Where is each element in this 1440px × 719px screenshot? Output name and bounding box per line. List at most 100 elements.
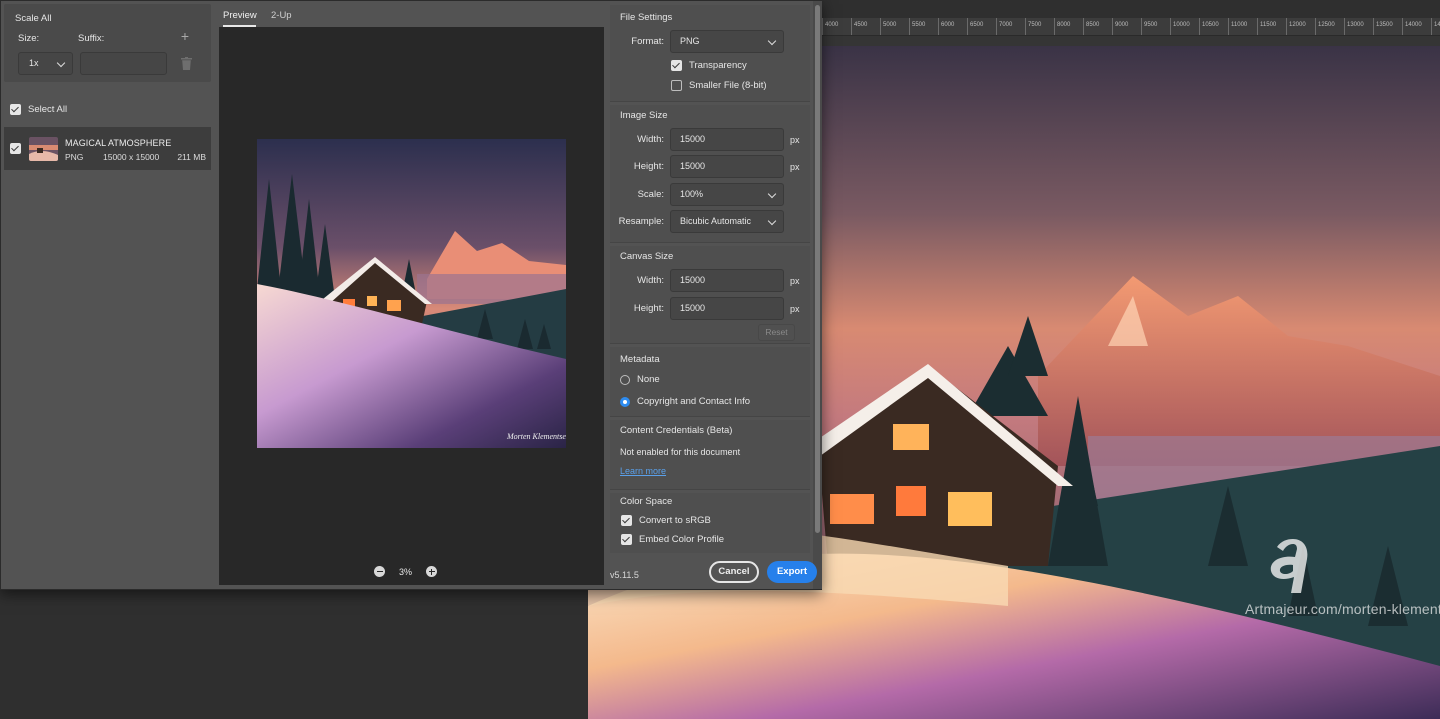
cancel-button[interactable]: Cancel	[709, 561, 759, 583]
scale-all-box: Scale All Size: Suffix: + 1x	[4, 4, 211, 82]
checkbox-icon	[10, 104, 21, 115]
ruler-tick: 11500	[1257, 18, 1286, 35]
ruler-tick: 4000	[822, 18, 851, 35]
image-height-input[interactable]: 15000	[670, 155, 784, 178]
file-settings-title: File Settings	[620, 12, 673, 23]
select-all-checkbox[interactable]: Select All	[10, 104, 67, 115]
transparency-checkbox[interactable]: Transparency	[671, 60, 747, 71]
ruler-tick: 12500	[1315, 18, 1344, 35]
ruler-tick: 12000	[1286, 18, 1315, 35]
convert-srgb-checkbox[interactable]: Convert to sRGB	[621, 515, 711, 526]
settings-scrollbar[interactable]	[813, 1, 822, 589]
asset-format: PNG	[65, 152, 84, 162]
artmajeur-logo-icon	[1270, 539, 1308, 593]
add-scale-plus-icon[interactable]: +	[179, 29, 191, 43]
canvas-height-input[interactable]: 15000	[670, 297, 784, 320]
zoom-out-icon[interactable]	[374, 566, 385, 577]
smaller-file-label: Smaller File (8-bit)	[689, 80, 767, 91]
ruler-tick: 5000	[880, 18, 909, 35]
image-width-unit: px	[790, 135, 800, 145]
format-label: Format:	[631, 36, 664, 47]
size-dropdown[interactable]: 1x	[18, 52, 73, 75]
asset-list-item[interactable]: MAGICAL ATMOSPHERE PNG 15000 x 15000 211…	[4, 127, 211, 170]
export-button[interactable]: Export	[767, 561, 817, 583]
ruler-tick: 7500	[1025, 18, 1054, 35]
asset-thumbnail	[29, 137, 58, 161]
scale-label: Scale:	[637, 189, 664, 200]
radio-selected-icon	[620, 396, 630, 407]
embed-profile-checkbox[interactable]: Embed Color Profile	[621, 534, 724, 545]
trash-icon[interactable]	[181, 57, 192, 70]
preview-canvas: Morten Klementsen 3%	[219, 27, 604, 585]
ruler-tick: 6500	[967, 18, 996, 35]
tab-preview[interactable]: Preview	[223, 10, 257, 21]
suffix-label: Suffix:	[78, 33, 105, 44]
image-height-unit: px	[790, 162, 800, 172]
ruler-tick: 6000	[938, 18, 967, 35]
embed-profile-label: Embed Color Profile	[639, 534, 725, 545]
ruler-strip	[822, 36, 1440, 46]
ruler-tick: 14500	[1431, 18, 1440, 35]
color-space-title: Color Space	[620, 496, 673, 507]
scrollbar-thumb[interactable]	[815, 5, 820, 533]
preview-tabs: Preview 2-Up	[217, 1, 604, 27]
metadata-copyright-label: Copyright and Contact Info	[637, 396, 751, 407]
suffix-input[interactable]	[80, 52, 167, 75]
metadata-title: Metadata	[620, 354, 660, 365]
metadata-none-radio[interactable]: None	[620, 374, 660, 385]
format-value: PNG	[680, 36, 700, 46]
canvas-height-unit: px	[790, 304, 800, 314]
image-size-title: Image Size	[620, 110, 668, 121]
canvas-size-title: Canvas Size	[620, 251, 674, 262]
asset-dimensions: 15000 x 15000	[103, 152, 160, 162]
transparency-label: Transparency	[689, 60, 747, 71]
horizontal-ruler: 4000 4500 5000 5500 6000 6500 7000 7500 8000 8500…	[822, 18, 1440, 36]
scale-dropdown[interactable]: 100%	[670, 183, 784, 206]
content-credentials-section: Content Credentials (Beta) Not enabled f…	[610, 420, 810, 490]
ruler-tick: 11000	[1228, 18, 1257, 35]
canvas-height-label: Height:	[633, 303, 664, 314]
scale-value: 100%	[680, 189, 704, 199]
ruler-tick: 14000	[1402, 18, 1431, 35]
resample-label: Resample:	[618, 216, 664, 227]
chevron-down-icon	[767, 216, 777, 226]
convert-srgb-label: Convert to sRGB	[639, 515, 711, 526]
image-width-input[interactable]: 15000	[670, 128, 784, 151]
resample-dropdown[interactable]: Bicubic Automatic	[670, 210, 784, 233]
format-dropdown[interactable]: PNG	[670, 30, 784, 53]
color-space-section: Color Space Convert to sRGB Embed Color …	[610, 493, 810, 553]
learn-more-link[interactable]: Learn more	[620, 466, 666, 476]
ruler-tick: 10500	[1199, 18, 1228, 35]
zoom-in-icon[interactable]	[426, 566, 438, 577]
content-credentials-title: Content Credentials (Beta)	[620, 425, 733, 436]
preview-signature: Morten Klementsen	[506, 432, 566, 441]
watermark-text: Artmajeur.com/morten-klementsen	[1245, 601, 1440, 617]
ruler-tick: 5500	[909, 18, 938, 35]
tab-2-up[interactable]: 2-Up	[271, 10, 292, 21]
settings-panel: File Settings Format: PNG Transparency S…	[604, 1, 813, 589]
image-size-section: Image Size Width: 15000 px Height: 15000…	[610, 105, 810, 243]
ruler-tick: 7000	[996, 18, 1025, 35]
zoom-value: 3%	[399, 566, 413, 577]
preview-panel: Preview 2-Up Morten Klementsen 3%	[217, 1, 604, 589]
asset-checkbox[interactable]	[10, 143, 21, 154]
smaller-file-checkbox[interactable]: Smaller File (8-bit)	[671, 80, 767, 91]
chevron-down-icon	[767, 36, 777, 46]
zoom-controls: 3%	[374, 566, 438, 577]
checkbox-icon	[621, 515, 632, 526]
size-label: Size:	[18, 33, 40, 44]
asset-name: MAGICAL ATMOSPHERE	[65, 138, 172, 148]
reset-button[interactable]: Reset	[758, 324, 795, 341]
ruler-tick: 13500	[1373, 18, 1402, 35]
assets-panel: Scale All Size: Suffix: + 1x Select All	[1, 1, 217, 589]
ruler-tick: 8500	[1083, 18, 1112, 35]
image-width-label: Width:	[637, 134, 664, 145]
canvas-width-input[interactable]: 15000	[670, 269, 784, 292]
resample-value: Bicubic Automatic	[680, 216, 752, 226]
metadata-copyright-radio[interactable]: Copyright and Contact Info	[620, 396, 750, 407]
checkbox-icon	[671, 80, 682, 91]
size-dropdown-value: 1x	[29, 58, 39, 68]
ruler-tick: 10000	[1170, 18, 1199, 35]
checkbox-icon	[671, 60, 682, 71]
ruler-tick: 9500	[1141, 18, 1170, 35]
